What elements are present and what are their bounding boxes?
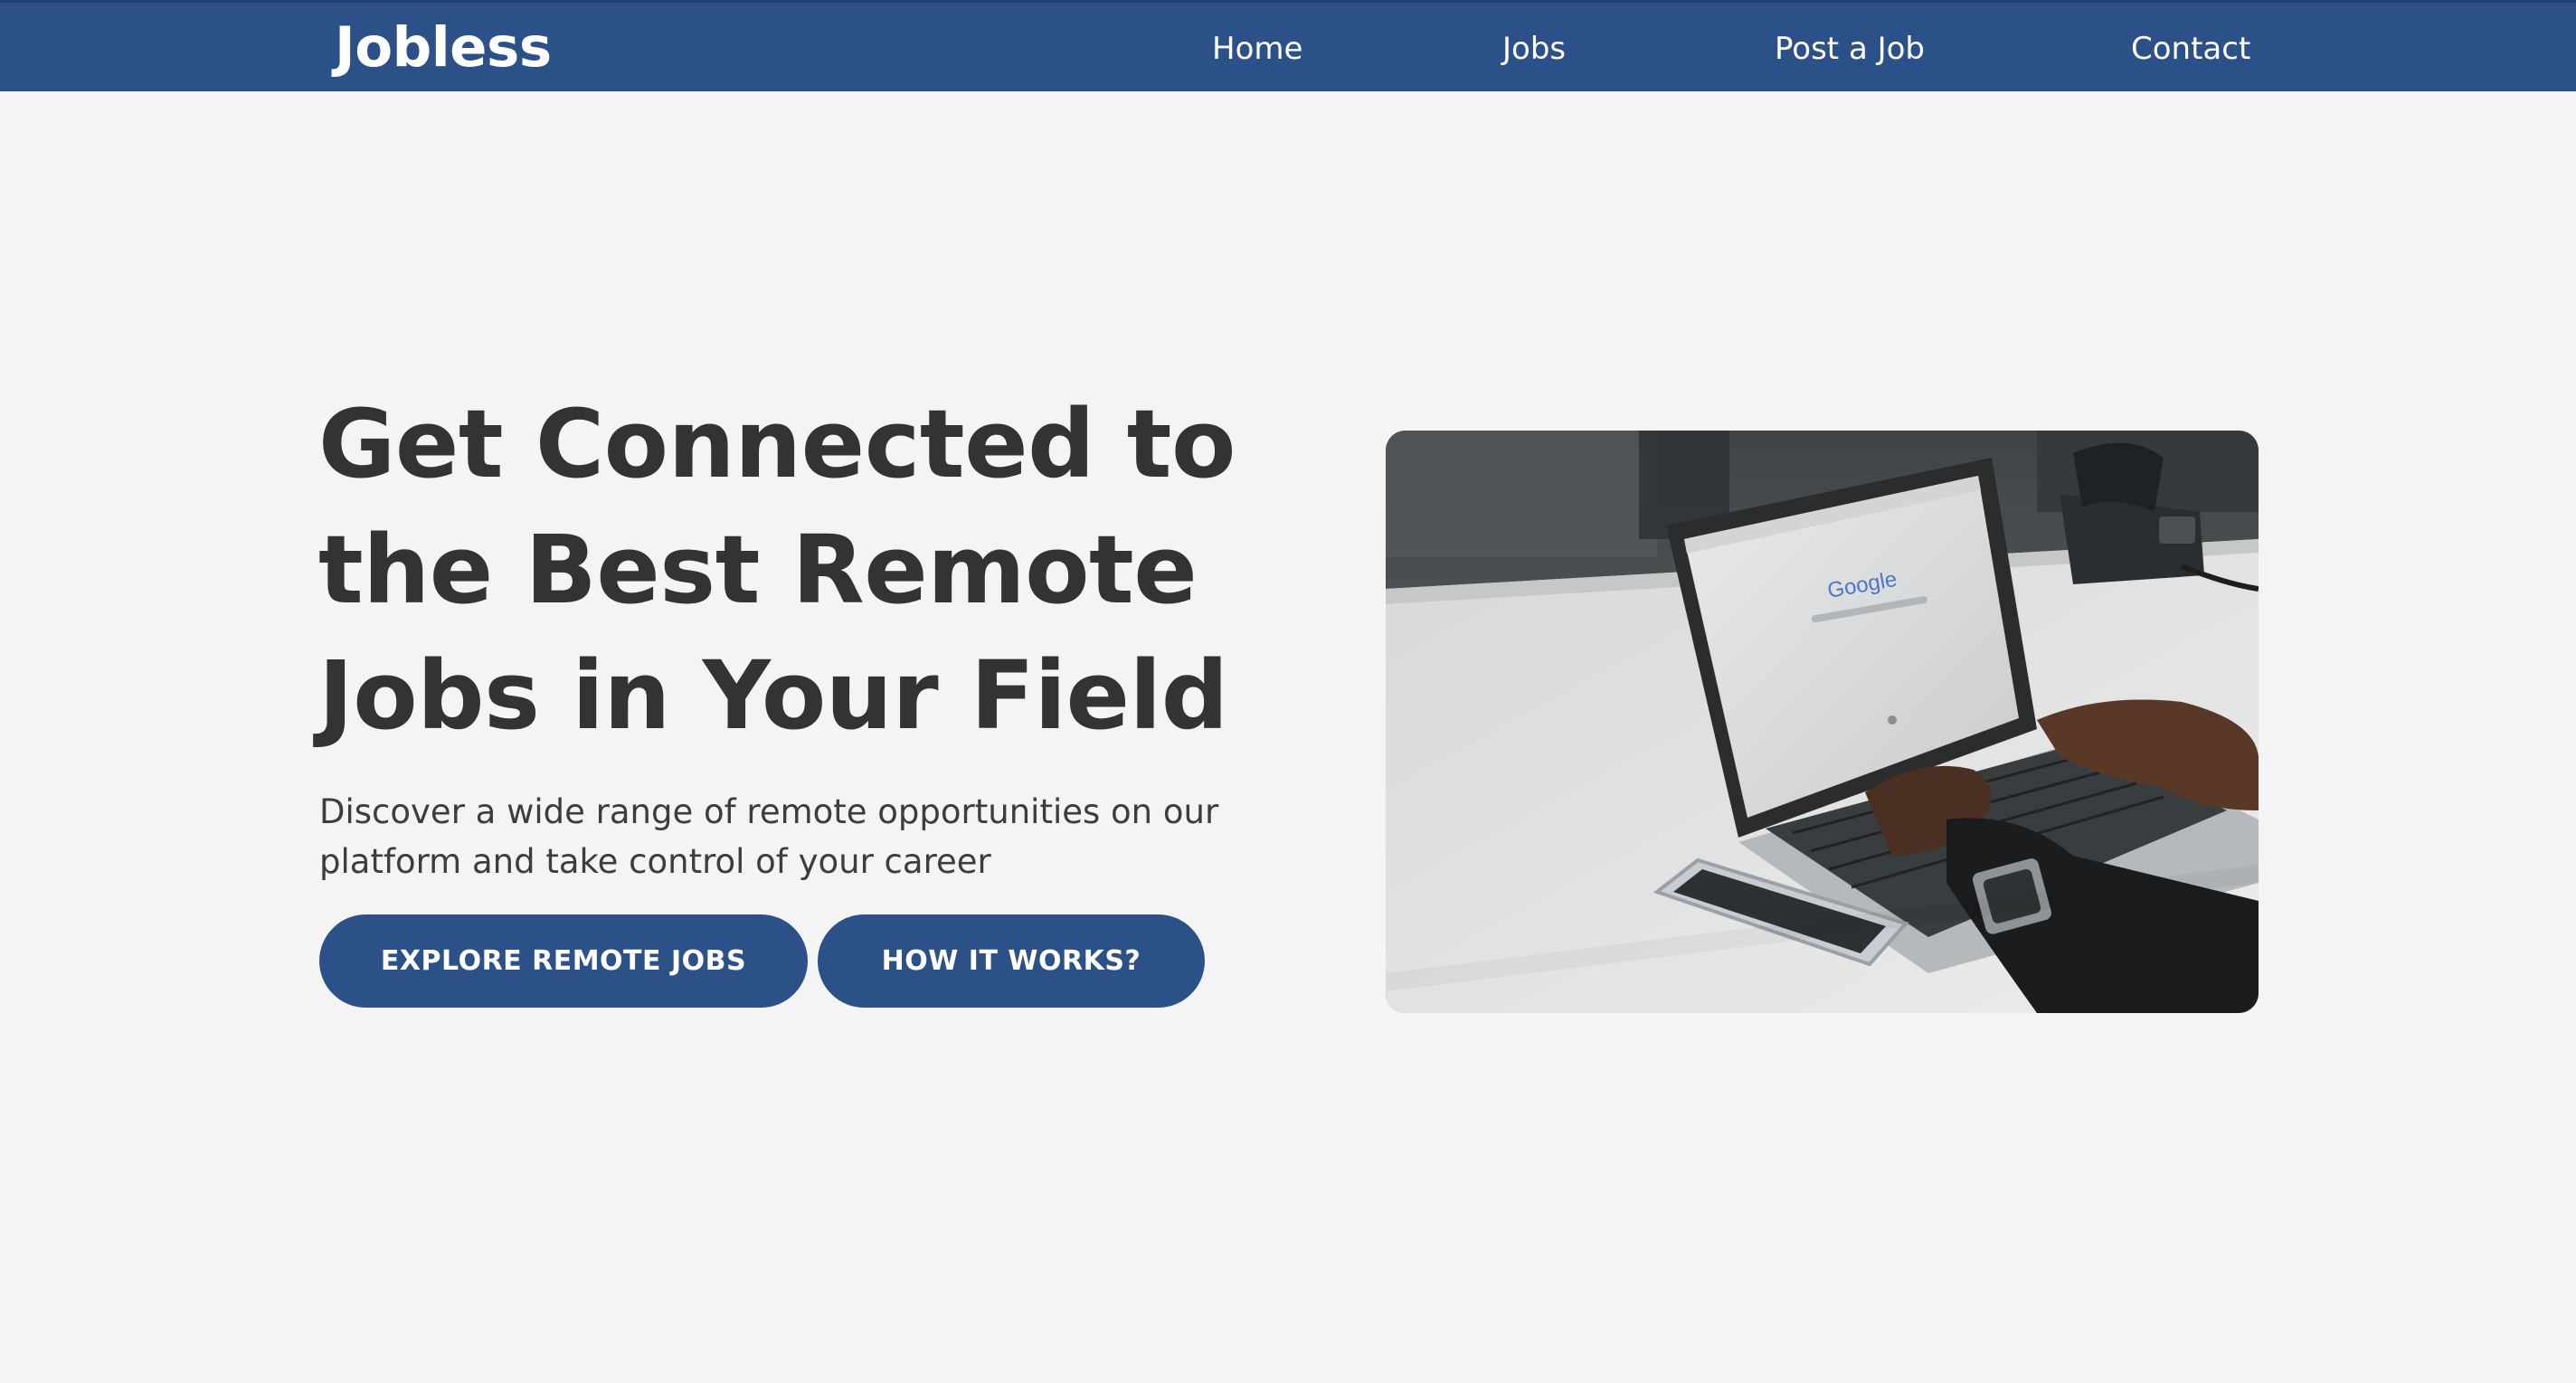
nav-link-contact[interactable]: Contact [2131, 27, 2250, 71]
nav-link-home[interactable]: Home [1212, 27, 1302, 71]
nav-link-jobs[interactable]: Jobs [1502, 27, 1566, 71]
explore-remote-jobs-button[interactable]: EXPLORE REMOTE JOBS [319, 914, 808, 1008]
nav-link-post-a-job[interactable]: Post a Job [1775, 27, 1925, 71]
hero-title: Get Connected to the Best Remote Jobs in… [318, 389, 1236, 751]
how-it-works-button[interactable]: HOW IT WORKS? [818, 914, 1205, 1008]
hero-image-laptop-workspace: Google [1386, 431, 2259, 1013]
top-navbar: Jobless Home Jobs Post a Job Contact [0, 0, 2576, 91]
hero-subtitle: Discover a wide range of remote opportun… [319, 792, 1219, 881]
brand-logo[interactable]: Jobless [335, 15, 552, 81]
